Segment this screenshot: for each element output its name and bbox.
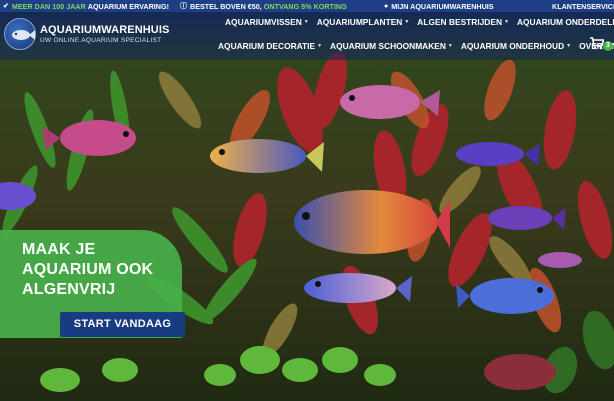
main-nav-row-2: AQUARIUM DECORATIE ▼ AQUARIUM SCHOONMAKEN…: [218, 41, 614, 51]
account-link[interactable]: ● MIJN AQUARIUMWARENHUIS: [384, 0, 494, 12]
cart-button[interactable]: [590, 37, 605, 53]
discount-highlight: ONTVANG 5% KORTING: [263, 1, 347, 11]
nav-aquarium-onderdelen[interactable]: AQUARIUM ONDERDELEN▼: [517, 17, 614, 27]
promo-title: MAAK JE AQUARIUM OOK ALGENVRIJ: [22, 241, 154, 298]
check-icon: ✔: [3, 3, 9, 10]
top-info-bar: ✔ MEER DAN 100 JAAR AQUARIUM ERVARING! ⓘ…: [0, 0, 614, 12]
start-vandaag-button[interactable]: START VANDAAG: [60, 312, 185, 337]
nav-label: AQUARIUM ONDERHOUD: [460, 41, 565, 51]
chevron-down-icon: ▼: [566, 43, 572, 49]
logo-fish-icon: [4, 18, 36, 50]
main-nav-row-1: AQUARIUMVISSEN ▼ AQUARIUMPLANTEN ▼ ALGEN B…: [225, 17, 614, 27]
hero-aquarium-image: [0, 0, 614, 401]
account-label: MIJN AQUARIUMWARENHUIS: [391, 1, 494, 11]
nav-label: AQUARIUM SCHOONMAKEN: [330, 41, 446, 51]
cart-count-badge: 3: [603, 41, 613, 51]
chevron-down-icon: ▼: [504, 19, 509, 25]
nav-aquarium-onderhoud[interactable]: AQUARIUM ONDERHOUD ▼: [461, 41, 571, 51]
chevron-down-icon: ▼: [404, 19, 410, 25]
chevron-down-icon: ▼: [317, 43, 323, 49]
customer-service-label: KLANTENSERVICE: [552, 1, 614, 11]
experience-text: AQUARIUM ERVARING!: [87, 1, 169, 11]
cart-icon: [590, 37, 605, 50]
experience-notice: ✔ MEER DAN 100 JAAR AQUARIUM ERVARING!: [3, 0, 169, 12]
nav-aquarium-decoratie[interactable]: AQUARIUM DECORATIE ▼: [218, 41, 322, 51]
nav-label: AQUARIUM DECORATIE: [218, 41, 316, 51]
nav-aquariumplanten[interactable]: AQUARIUMPLANTEN ▼: [317, 17, 410, 27]
customer-service-link[interactable]: KLANTENSERVICE: [552, 0, 614, 12]
logo[interactable]: AQUARIUMWARENHUIS UW ONLINE AQUARIUM SPE…: [4, 18, 169, 50]
nav-label: AQUARIUMPLANTEN: [316, 17, 403, 27]
brand-name: AQUARIUMWARENHUIS: [40, 24, 170, 36]
experience-prefix: MEER DAN 100 JAAR: [11, 1, 86, 11]
nav-label: AQUARIUMVISSEN: [225, 17, 302, 27]
brand-tagline: UW ONLINE AQUARIUM SPECIALIST: [40, 37, 162, 44]
nav-algen-bestrijden[interactable]: ALGEN BESTRIJDEN ▼: [417, 17, 509, 27]
nav-aquariumvissen[interactable]: AQUARIUMVISSEN ▼: [225, 17, 309, 27]
user-icon: ●: [384, 2, 389, 10]
nav-aquarium-schoonmaken[interactable]: AQUARIUM SCHOONMAKEN ▼: [330, 41, 453, 51]
info-icon: ⓘ: [180, 3, 187, 10]
chevron-down-icon: ▼: [447, 43, 453, 49]
discount-notice: ⓘ BESTEL BOVEN €50, ONTVANG 5% KORTING: [180, 0, 347, 12]
discount-prefix: BESTEL BOVEN €50,: [190, 1, 262, 11]
nav-label: ALGEN BESTRIJDEN: [417, 17, 502, 27]
nav-label: AQUARIUM ONDERDELEN: [516, 17, 614, 27]
chevron-down-icon: ▼: [303, 19, 309, 25]
